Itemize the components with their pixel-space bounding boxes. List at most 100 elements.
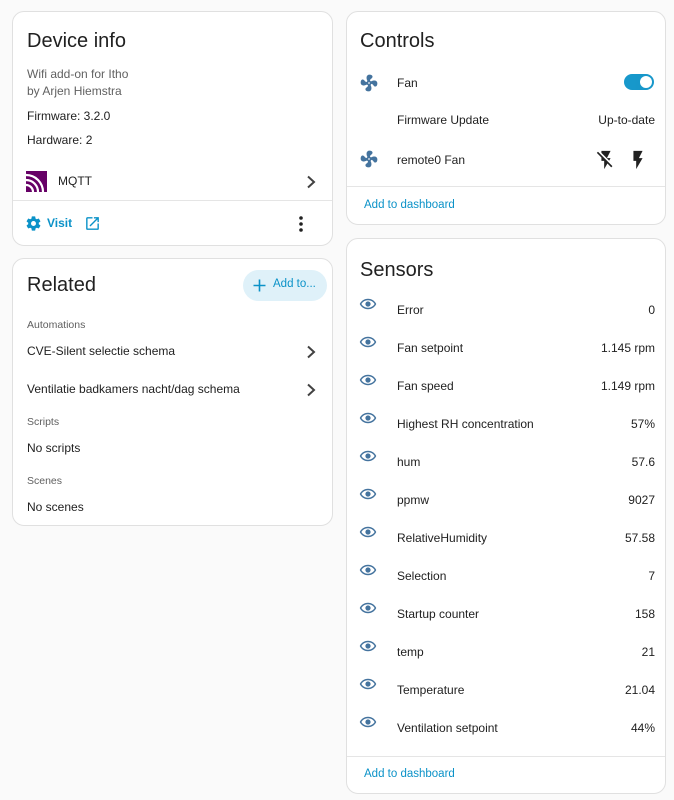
sensor-row[interactable]: Selection 7 [347,564,665,588]
device-description: Wifi add-on for Itho [27,67,129,81]
sensor-row[interactable]: Fan speed 1.149 rpm [347,374,665,398]
add-to-button[interactable]: Add to... [243,270,327,301]
sensor-row[interactable]: RelativeHumidity 57.58 [347,526,665,550]
automations-heading: Automations [27,319,86,331]
sensor-value: 44% [630,721,655,735]
sensor-value: 21 [641,645,655,659]
control-label: Firmware Update [397,113,490,127]
sensor-label: Selection [397,569,447,583]
sensor-value: 0 [648,303,655,317]
sensor-row[interactable]: temp 21 [347,640,665,664]
eye-icon [359,488,377,500]
sensor-label: Fan speed [397,379,454,393]
fan-icon [360,74,378,92]
scenes-heading: Scenes [27,475,63,487]
device-author: by Arjen Hiemstra [27,84,122,98]
sensor-row[interactable]: Ventilation setpoint 44% [347,716,665,740]
related-card: Related Add to... Automations CVE-Silent… [12,258,333,526]
control-row-fan[interactable]: Fan [347,69,665,99]
sensors-card: Sensors Error 0 Fan setpoint 1.145 rpm F… [346,238,666,794]
related-title: Related [27,274,96,296]
mqtt-row[interactable]: MQTT [13,164,332,200]
control-row-remote-fan[interactable]: remote0 Fan [347,145,665,175]
sensor-row[interactable]: Temperature 21.04 [347,678,665,702]
device-info-card: Device info Wifi add-on for Itho by Arje… [12,11,333,246]
sensor-value: 1.145 rpm [600,341,655,355]
fan-icon [360,150,378,168]
hardware-version: Hardware: 2 [27,133,93,147]
turn-off-button[interactable] [595,149,617,171]
mqtt-label: MQTT [58,174,92,188]
sensor-label: RelativeHumidity [397,531,488,545]
sensor-label: Fan setpoint [397,341,464,355]
sensor-value: 158 [634,607,655,621]
sensors-title: Sensors [360,259,434,281]
sensor-label: Temperature [397,683,465,697]
fan-toggle[interactable] [624,74,654,90]
add-to-label: Add to... [273,278,316,290]
sensor-label: Ventilation setpoint [397,721,498,735]
sensor-label: hum [397,455,421,469]
dots-vertical-icon [299,216,303,232]
scenes-empty-text: No scenes [27,500,84,514]
chevron-right-icon [307,175,316,189]
sensor-label: ppmw [397,493,430,507]
gear-icon [26,216,41,231]
controls-add-to-dashboard-link[interactable]: Add to dashboard [364,199,455,211]
flash-icon [633,150,643,170]
automation-item[interactable]: CVE-Silent selectie schema [13,335,332,367]
sensors-divider [347,756,665,757]
device-info-divider [13,200,332,201]
sensor-row[interactable]: hum 57.6 [347,450,665,474]
scripts-heading: Scripts [27,416,60,428]
eye-icon [359,450,377,462]
sensor-label: Error [397,303,424,317]
eye-icon [359,412,377,424]
eye-icon [359,678,377,690]
scripts-empty-text: No scripts [27,441,81,455]
sensor-row[interactable]: ppmw 9027 [347,488,665,512]
mqtt-icon [26,171,47,192]
visit-link[interactable]: Visit [25,213,105,235]
chevron-right-icon [307,383,316,397]
sensor-value: 9027 [628,493,655,507]
turn-on-button[interactable] [627,149,649,171]
eye-icon [359,526,377,538]
sensor-label: Highest RH concentration [397,417,534,431]
automation-item[interactable]: Ventilatie badkamers nacht/dag schema [13,373,332,405]
flash-off-icon [596,150,613,170]
control-row-firmware-update[interactable]: Firmware Update Up-to-date [347,109,665,135]
sensors-add-to-dashboard-link[interactable]: Add to dashboard [364,768,455,780]
firmware-version: Firmware: 3.2.0 [27,109,111,123]
sensor-value: 57.58 [624,531,655,545]
eye-icon [359,336,377,348]
control-label: remote0 Fan [397,153,466,167]
device-info-title: Device info [27,30,126,52]
sensor-row[interactable]: Fan setpoint 1.145 rpm [347,336,665,360]
eye-icon [359,374,377,386]
controls-card: Controls Fan Firmware Update Up-to-date … [346,11,666,225]
plus-icon [253,279,266,292]
sensor-row[interactable]: Startup counter 158 [347,602,665,626]
sensor-row[interactable]: Highest RH concentration 57% [347,412,665,436]
open-in-new-icon [86,217,99,230]
firmware-status: Up-to-date [598,113,655,127]
eye-icon [359,298,377,310]
sensor-value: 57% [630,417,655,431]
more-options-button[interactable] [289,212,313,236]
sensor-value: 21.04 [624,683,655,697]
eye-icon [359,716,377,728]
toggle-knob [640,76,652,88]
eye-icon [359,602,377,614]
sensor-value: 1.149 rpm [600,379,655,393]
sensor-label: temp [397,645,424,659]
sensor-value: 57.6 [631,455,655,469]
sensor-row[interactable]: Error 0 [347,298,665,322]
sensor-value: 7 [648,569,655,583]
controls-divider [347,186,665,187]
chevron-right-icon [307,345,316,359]
sensor-label: Startup counter [397,607,480,621]
automation-label: Ventilatie badkamers nacht/dag schema [27,382,240,396]
controls-title: Controls [360,30,435,52]
control-label: Fan [397,76,418,90]
